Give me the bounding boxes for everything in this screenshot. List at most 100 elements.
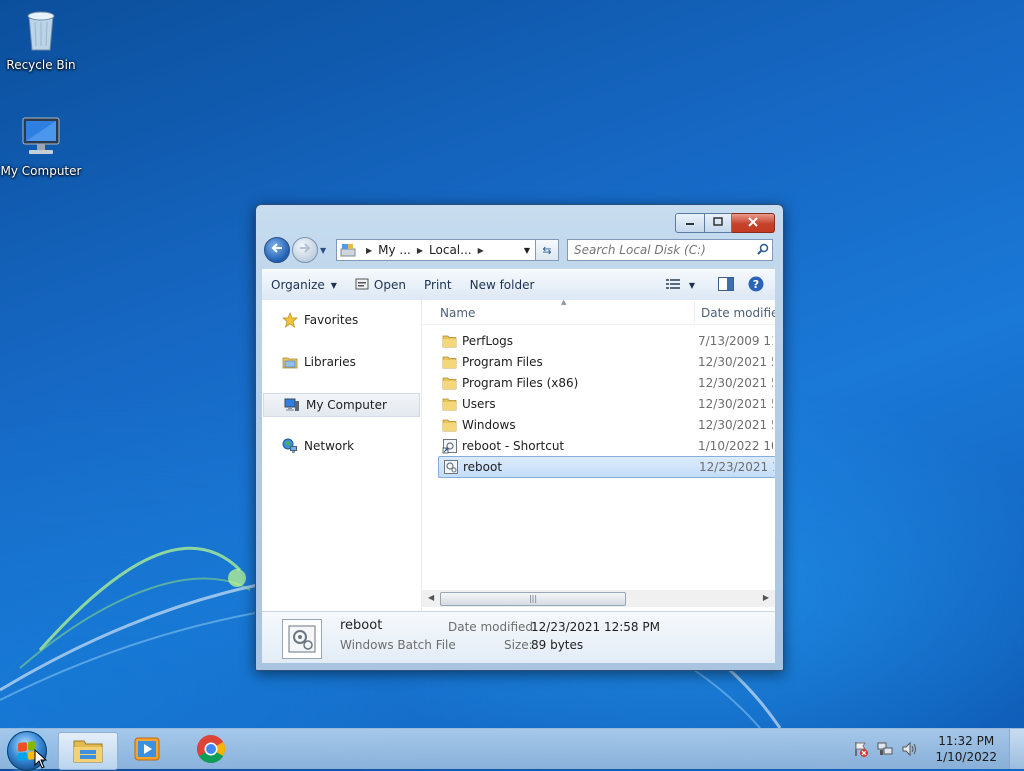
taskbar-explorer-button[interactable] [58, 732, 118, 770]
details-pane: reboot Windows Batch File Date modified:… [262, 611, 775, 663]
search-box[interactable] [567, 239, 773, 261]
file-date: 12/23/2021 12: [699, 460, 774, 474]
explorer-window[interactable]: ▼ ▶ My ... ▶ Local... ▶ ▼ ⇆ Organize ▼ [255, 204, 784, 671]
back-button[interactable] [264, 237, 290, 263]
taskbar: 11:32 PM 1/10/2022 [0, 728, 1024, 771]
minimize-icon [685, 217, 695, 230]
close-icon [748, 216, 758, 230]
new-folder-button[interactable]: New folder [461, 270, 544, 300]
desktop-icon-recycle-bin[interactable]: Recycle Bin [0, 6, 82, 72]
address-dropdown-button[interactable]: ▼ [519, 246, 535, 255]
print-label: Print [423, 278, 452, 292]
file-date: 12/30/2021 5:3 [698, 397, 773, 411]
taskbar-chrome-button[interactable] [182, 732, 240, 768]
column-divider[interactable] [694, 302, 695, 322]
new-folder-label: New folder [469, 278, 535, 292]
file-name: Windows [462, 418, 516, 432]
show-desktop-button[interactable] [1009, 729, 1024, 769]
open-label: Open [373, 278, 406, 292]
file-row-users[interactable]: Users 12/30/2021 5:3 [438, 394, 775, 414]
nav-item-my-computer[interactable]: My Computer [263, 393, 420, 417]
breadcrumb-separator-icon[interactable]: ▶ [417, 246, 423, 255]
chevron-down-icon: ▼ [320, 245, 327, 255]
search-input[interactable] [568, 243, 754, 257]
open-icon [355, 277, 369, 294]
mouse-cursor-icon [34, 749, 48, 769]
system-tray: 11:32 PM 1/10/2022 [849, 729, 1024, 769]
action-center-icon[interactable] [852, 740, 870, 758]
breadcrumb-separator-icon[interactable]: ▶ [366, 246, 372, 255]
details-file-name: reboot [340, 618, 383, 633]
volume-icon[interactable] [900, 740, 918, 758]
preview-pane-button[interactable] [715, 274, 737, 296]
file-row-program-files-x86[interactable]: Program Files (x86) 12/30/2021 5:5 [438, 373, 775, 393]
details-modified-label: Date modified: [448, 620, 538, 634]
file-row-windows[interactable]: Windows 12/30/2021 5:5 [438, 415, 775, 435]
file-row-reboot-shortcut[interactable]: reboot - Shortcut 1/10/2022 10:2 [438, 436, 775, 456]
navigation-pane: Favorites Libraries My Computer Network [262, 300, 422, 611]
folder-icon [442, 333, 458, 349]
desktop-icon-my-computer[interactable]: My Computer [0, 112, 82, 178]
network-icon [282, 438, 298, 454]
chrome-icon [196, 734, 226, 767]
navigation-bar: ▼ ▶ My ... ▶ Local... ▶ ▼ ⇆ [264, 237, 775, 263]
horizontal-scrollbar[interactable]: ◀ ||| ▶ [422, 590, 775, 607]
scrollbar-thumb[interactable]: ||| [440, 592, 626, 606]
nav-item-libraries[interactable]: Libraries [262, 351, 419, 373]
breadcrumb-local-disk[interactable]: Local... [429, 243, 472, 257]
nav-item-label: Libraries [304, 355, 356, 369]
view-options-dropdown[interactable]: ▼ [687, 274, 697, 296]
refresh-button[interactable]: ⇆ [536, 239, 559, 261]
organize-button[interactable]: Organize ▼ [262, 270, 346, 300]
file-row-perflogs[interactable]: PerfLogs 7/13/2009 11:2 [438, 331, 775, 351]
maximize-button[interactable] [705, 213, 732, 233]
command-bar-right: ▼ ? [659, 274, 775, 296]
drive-icon [340, 243, 356, 257]
file-row-program-files[interactable]: Program Files 12/30/2021 5:5 [438, 352, 775, 372]
column-header-name[interactable]: Name [440, 306, 475, 320]
command-bar: Organize ▼ Open Print New folder ▼ ? [262, 269, 775, 301]
address-bar[interactable]: ▶ My ... ▶ Local... ▶ ▼ [336, 239, 536, 261]
print-button[interactable]: Print [415, 270, 461, 300]
open-button[interactable]: Open [346, 270, 415, 300]
close-button[interactable] [732, 213, 775, 233]
breadcrumb-my-computer[interactable]: My ... [378, 243, 411, 257]
forward-button[interactable] [292, 237, 318, 263]
column-header-date-modified[interactable]: Date modified [701, 306, 775, 320]
view-list-icon [666, 278, 682, 293]
sort-ascending-icon: ▲ [561, 300, 567, 306]
nav-item-label: My Computer [306, 398, 387, 412]
taskbar-media-player-button[interactable] [118, 732, 176, 768]
media-player-icon [132, 734, 162, 767]
recent-pages-dropdown[interactable]: ▼ [320, 246, 330, 255]
desktop-icon-label: My Computer [0, 164, 82, 178]
breadcrumb-separator-icon[interactable]: ▶ [478, 246, 484, 255]
scroll-left-icon[interactable]: ◀ [428, 593, 434, 602]
search-icon[interactable] [754, 243, 772, 258]
nav-item-network[interactable]: Network [262, 435, 419, 457]
file-date: 12/30/2021 5:5 [698, 418, 773, 432]
refresh-icon: ⇆ [542, 243, 552, 257]
file-date: 12/30/2021 5:5 [698, 355, 773, 369]
clock[interactable]: 11:32 PM 1/10/2022 [935, 733, 997, 765]
details-size-value: 89 bytes [531, 638, 584, 652]
minimize-button[interactable] [675, 213, 705, 233]
details-modified-value: 12/23/2021 12:58 PM [531, 620, 660, 634]
change-view-button[interactable] [663, 274, 685, 296]
file-name: reboot [463, 460, 503, 474]
clock-date: 1/10/2022 [935, 750, 997, 764]
file-row-reboot[interactable]: reboot 12/23/2021 12: [438, 456, 775, 478]
help-button[interactable]: ? [745, 274, 767, 296]
nav-item-favorites[interactable]: Favorites [262, 309, 419, 331]
file-name: reboot - Shortcut [462, 439, 565, 453]
libraries-icon [282, 354, 298, 370]
organize-label: Organize [271, 278, 325, 292]
scroll-right-icon[interactable]: ▶ [763, 593, 769, 602]
chevron-down-icon: ▼ [330, 280, 337, 290]
nav-item-label: Network [304, 439, 355, 453]
folder-icon [442, 417, 458, 433]
explorer-icon [72, 736, 104, 767]
batch-file-icon [443, 459, 459, 475]
network-status-icon[interactable] [876, 740, 894, 758]
star-icon [282, 312, 298, 328]
